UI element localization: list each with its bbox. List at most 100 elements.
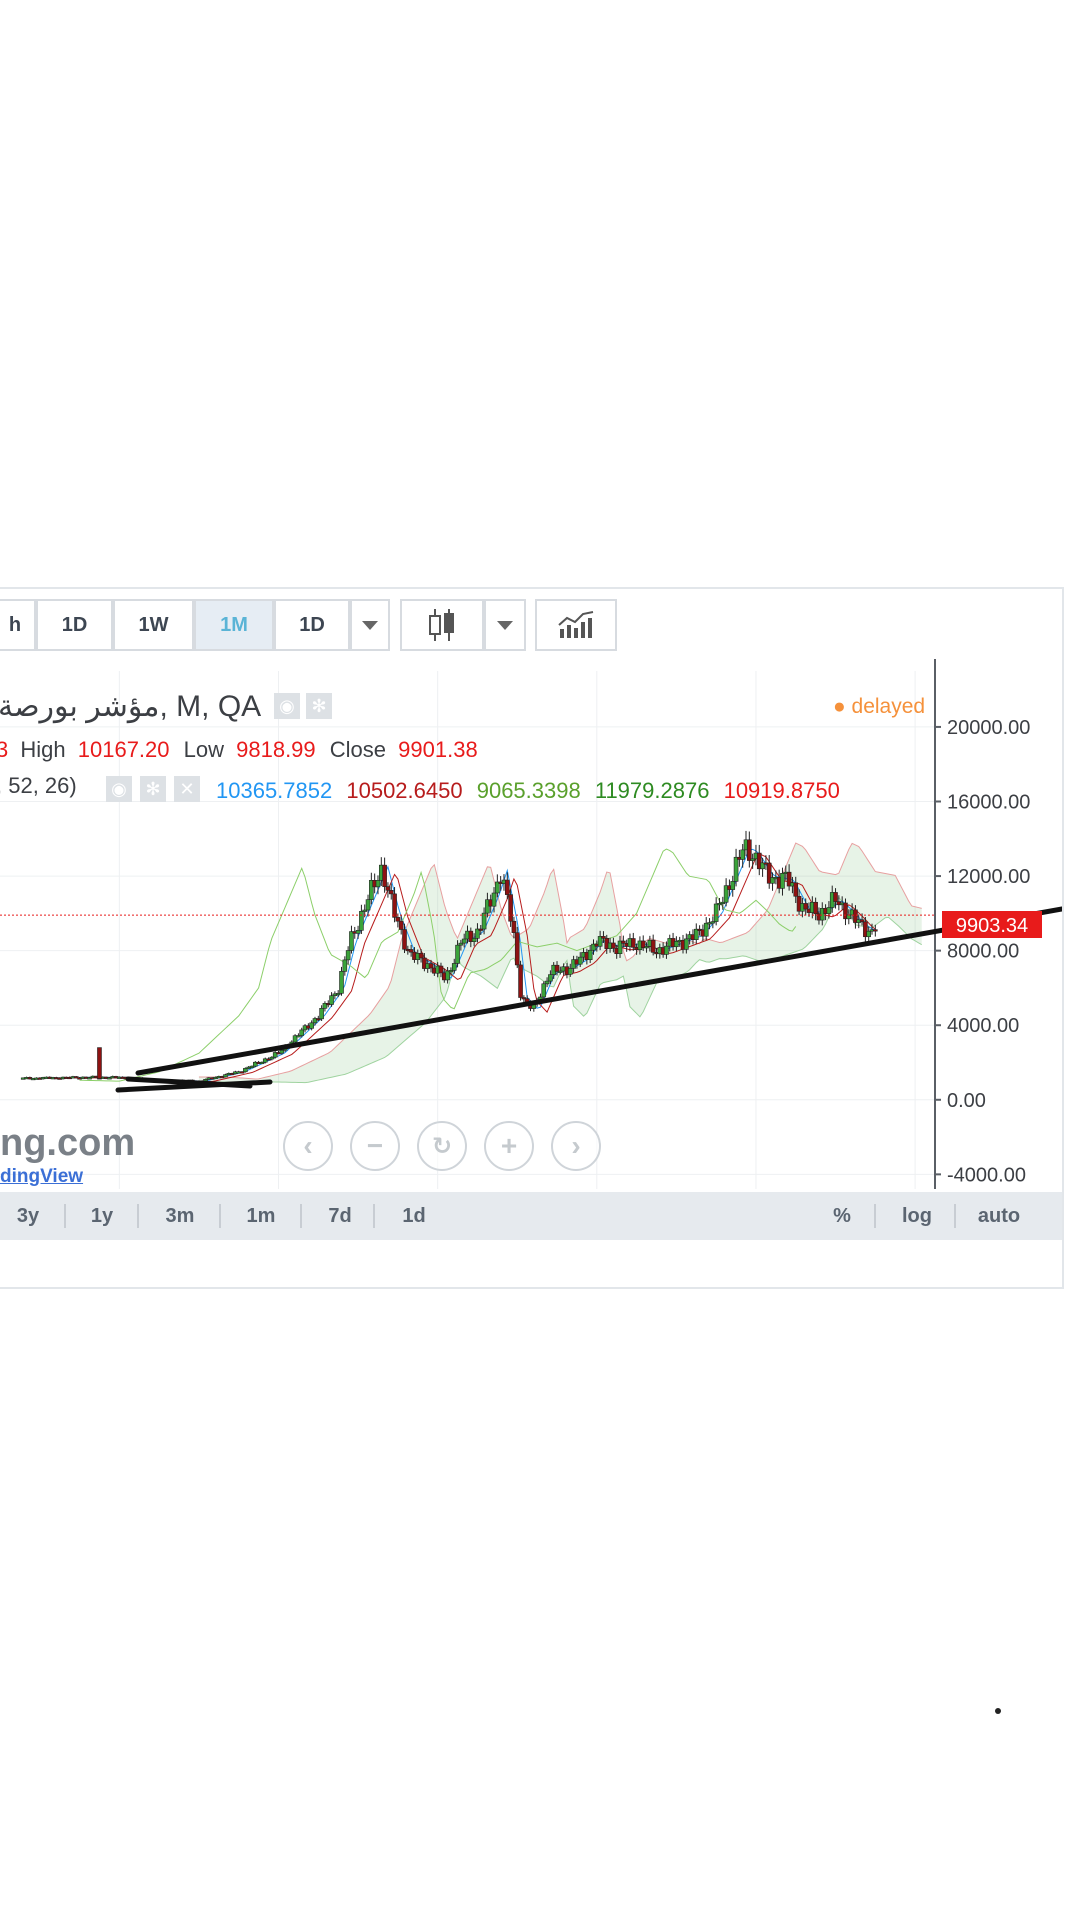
chevron-left-icon: ‹ — [303, 1130, 313, 1161]
y-tick-label: 16000.00 — [947, 792, 1030, 814]
indicator-values: 10365.7852 10502.6450 9065.3398 11979.28… — [216, 778, 840, 804]
candle-down — [554, 964, 560, 972]
eye-icon[interactable]: ◉ — [106, 776, 132, 802]
chevron-down-icon — [362, 620, 378, 630]
candle-up — [279, 1049, 285, 1054]
indicators-button[interactable] — [535, 599, 617, 651]
close-label: Close — [329, 737, 387, 762]
candle-up — [299, 1029, 305, 1036]
indicator-value: 10919.8750 — [723, 778, 840, 803]
indicator-value: 10502.6450 — [346, 778, 463, 803]
range-1d-button[interactable]: 1d — [392, 1192, 436, 1240]
range-3m-button[interactable]: 3m — [158, 1192, 202, 1240]
candle-up — [740, 849, 745, 860]
candle-up — [349, 931, 354, 951]
gear-icon[interactable]: ✻ — [140, 776, 166, 802]
scroll-left-button[interactable]: ‹ — [283, 1121, 333, 1171]
candle-up — [674, 940, 679, 948]
ohlc-row: 3 High 10167.20 Low 9818.99 Close 9901.3… — [0, 737, 478, 763]
indicator-value: 9065.3398 — [476, 778, 581, 803]
candle-up — [445, 970, 450, 981]
zoom-in-button[interactable]: + — [484, 1121, 534, 1171]
ichimoku-cloud — [198, 842, 922, 1084]
indicator-params: , 52, 26) — [0, 773, 77, 798]
interval-label: h — [8, 613, 22, 636]
candle-down — [621, 940, 626, 944]
gear-icon[interactable]: ✻ — [306, 693, 332, 719]
candle-up — [461, 938, 467, 944]
reset-button[interactable]: ↻ — [417, 1121, 467, 1171]
scroll-right-button[interactable]: › — [551, 1121, 601, 1171]
interval-1m-button[interactable]: 1M — [194, 599, 274, 651]
candle-down — [793, 882, 799, 897]
interval-1w-button[interactable]: 1W — [113, 599, 194, 651]
symbol-title: مؤشر بورصة, M, QA — [0, 690, 262, 723]
range-3y-button[interactable]: 3y — [6, 1192, 50, 1240]
candle-up — [733, 856, 739, 882]
zoom-out-button[interactable]: − — [350, 1121, 400, 1171]
range-1m-button[interactable]: 1m — [239, 1192, 283, 1240]
chevron-down-icon — [497, 620, 513, 630]
status-dot-icon: ● — [833, 695, 846, 718]
candle-down — [428, 963, 434, 969]
candle-down — [873, 929, 878, 932]
candle-down — [392, 893, 397, 918]
candle-up — [587, 949, 593, 961]
close-value: 9901.38 — [398, 737, 478, 762]
interval-label: 1W — [138, 613, 169, 636]
interval-1d-button[interactable]: 1D — [36, 599, 113, 651]
range-1y-button[interactable]: 1y — [80, 1192, 124, 1240]
y-tick-label: 0.00 — [947, 1090, 986, 1112]
price-chart[interactable]: 20000.00 16000.00 12000.00 8000.00 4000.00 0.… — [0, 589, 1062, 1189]
candle-up — [359, 911, 364, 931]
candle-down — [402, 929, 407, 950]
indicator-value: 10365.7852 — [216, 778, 333, 803]
divider — [954, 1204, 956, 1228]
candle-up — [355, 930, 361, 934]
delayed-label: delayed — [851, 695, 926, 718]
candle-up — [866, 930, 871, 938]
candle-down — [504, 879, 510, 895]
candle-down — [650, 939, 656, 953]
candle-up — [544, 980, 550, 985]
high-value: 10167.20 — [77, 737, 170, 762]
candle-down — [388, 890, 394, 895]
candle-down — [418, 952, 424, 959]
candle-up — [577, 956, 583, 965]
chart-panel: 20000.00 16000.00 12000.00 8000.00 4000.00 0.… — [0, 587, 1064, 1289]
close-icon[interactable]: ✕ — [174, 776, 200, 802]
log-scale-button[interactable]: log — [892, 1192, 942, 1240]
candle-up — [491, 892, 497, 907]
y-tick-label: 8000.00 — [947, 941, 1019, 963]
range-7d-button[interactable]: 7d — [318, 1192, 362, 1240]
dot-marker — [995, 1708, 1001, 1714]
tradingview-link[interactable]: dingView — [0, 1166, 83, 1188]
candle-down — [813, 901, 818, 915]
candle-up — [319, 1008, 324, 1020]
candle-up — [780, 872, 785, 889]
candle-down — [97, 1047, 102, 1079]
cloud-band — [198, 843, 922, 1083]
interval-dropdown-button[interactable] — [350, 599, 390, 651]
auto-scale-button[interactable]: auto — [966, 1192, 1032, 1240]
candle-down — [859, 919, 865, 923]
candle-up — [309, 1022, 314, 1029]
divider — [300, 1204, 302, 1228]
interval-h-button[interactable]: h — [0, 599, 36, 651]
candle-down — [514, 932, 520, 966]
delayed-badge: ● delayed — [833, 695, 925, 719]
eye-icon[interactable]: ◉ — [274, 693, 300, 719]
candle-down — [630, 938, 636, 948]
chart-type-dropdown-button[interactable] — [484, 599, 526, 651]
chevron-right-icon: › — [571, 1130, 581, 1161]
candle-up — [541, 983, 547, 998]
candle-up — [471, 938, 477, 942]
divider — [373, 1204, 375, 1228]
candle-up — [243, 1068, 248, 1073]
interval-custom-button[interactable]: 1D — [274, 599, 350, 651]
high-label: High — [20, 737, 66, 762]
reset-icon: ↻ — [431, 1132, 453, 1160]
interval-label: 1M — [220, 613, 248, 636]
percent-scale-button[interactable]: % — [820, 1192, 864, 1240]
chart-type-button[interactable] — [400, 599, 484, 651]
